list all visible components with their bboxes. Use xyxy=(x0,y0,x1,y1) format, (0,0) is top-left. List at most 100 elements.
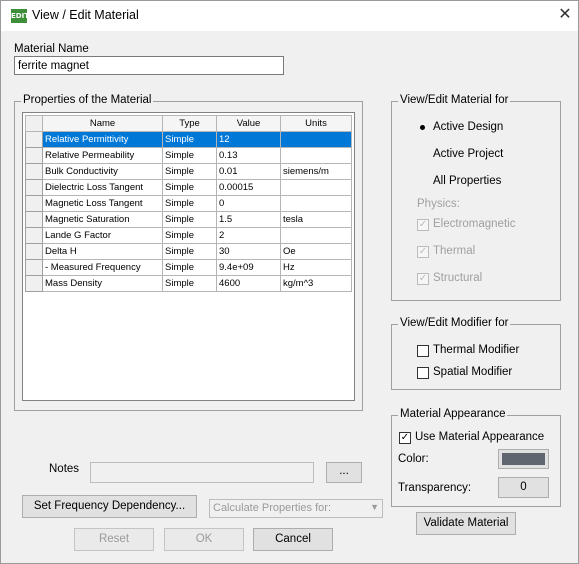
table-row[interactable]: Lande G Factor Simple 2 xyxy=(25,227,352,244)
thermal-modifier-checkbox[interactable] xyxy=(417,345,429,357)
thermal-modifier-label[interactable]: Thermal Modifier xyxy=(433,344,519,356)
row-selector[interactable] xyxy=(25,131,43,148)
cell-type[interactable]: Simple xyxy=(162,147,217,164)
table-row[interactable]: Bulk Conductivity Simple 0.01 siemens/m xyxy=(25,163,352,180)
title-bar: EDIT View / Edit Material ✕ xyxy=(1,1,578,31)
use-appearance-checkbox[interactable]: ✓ xyxy=(399,432,411,444)
notes-input[interactable] xyxy=(90,462,314,483)
validate-material-button[interactable]: Validate Material xyxy=(416,512,516,535)
reset-button[interactable]: Reset xyxy=(74,528,154,551)
column-header-name[interactable]: Name xyxy=(42,115,163,132)
row-selector[interactable] xyxy=(25,227,43,244)
cell-name[interactable]: Magnetic Loss Tangent xyxy=(42,195,163,212)
cell-name[interactable]: Mass Density xyxy=(42,275,163,292)
table-row[interactable]: Mass Density Simple 4600 kg/m^3 xyxy=(25,275,352,292)
structural-checkbox[interactable]: ✓ xyxy=(417,273,429,285)
radio-active-project-label[interactable]: Active Project xyxy=(433,148,503,160)
cell-value[interactable]: 0.13 xyxy=(216,147,281,164)
cell-value[interactable]: 2 xyxy=(216,227,281,244)
table-row[interactable]: Dielectric Loss Tangent Simple 0.00015 xyxy=(25,179,352,196)
table-row[interactable]: Delta H Simple 30 Oe xyxy=(25,243,352,260)
color-picker-button[interactable] xyxy=(498,449,549,469)
table-row[interactable]: Magnetic Loss Tangent Simple 0 xyxy=(25,195,352,212)
cell-name[interactable]: - Measured Frequency xyxy=(42,259,163,276)
cell-type[interactable]: Simple xyxy=(162,243,217,260)
spatial-modifier-checkbox[interactable] xyxy=(417,367,429,379)
cell-units[interactable]: Oe xyxy=(280,243,352,260)
calculate-properties-dropdown[interactable]: Calculate Properties for: ▼ xyxy=(209,499,383,518)
cell-name[interactable]: Lande G Factor xyxy=(42,227,163,244)
ok-button[interactable]: OK xyxy=(164,528,244,551)
cell-name[interactable]: Relative Permeability xyxy=(42,147,163,164)
cell-type[interactable]: Simple xyxy=(162,259,217,276)
cell-type[interactable]: Simple xyxy=(162,131,217,148)
material-name-input[interactable] xyxy=(14,56,284,75)
cell-value[interactable]: 0.01 xyxy=(216,163,281,180)
cell-units[interactable]: Hz xyxy=(280,259,352,276)
row-selector[interactable] xyxy=(25,195,43,212)
cell-type[interactable]: Simple xyxy=(162,275,217,292)
empty-row xyxy=(26,292,352,308)
cell-value[interactable]: 0.00015 xyxy=(216,179,281,196)
cell-type[interactable]: Simple xyxy=(162,163,217,180)
properties-table-container[interactable]: Name Type Value Units Relative Permittiv… xyxy=(22,112,355,401)
row-selector[interactable] xyxy=(25,243,43,260)
calculate-properties-text: Calculate Properties for: xyxy=(213,502,331,514)
cell-units[interactable] xyxy=(280,131,352,148)
cancel-button[interactable]: Cancel xyxy=(253,528,333,551)
row-selector[interactable] xyxy=(25,163,43,180)
radio-all-properties[interactable] xyxy=(417,176,429,188)
radio-all-properties-label[interactable]: All Properties xyxy=(433,175,501,187)
cell-name[interactable]: Relative Permittivity xyxy=(42,131,163,148)
cell-value[interactable]: 1.5 xyxy=(216,211,281,228)
cell-units[interactable] xyxy=(280,179,352,196)
row-selector[interactable] xyxy=(25,275,43,292)
cell-name[interactable]: Delta H xyxy=(42,243,163,260)
cell-units[interactable]: kg/m^3 xyxy=(280,275,352,292)
use-appearance-label[interactable]: Use Material Appearance xyxy=(415,431,544,443)
view-edit-material-dialog: EDIT View / Edit Material ✕ Material Nam… xyxy=(0,0,579,564)
row-selector[interactable] xyxy=(25,259,43,276)
row-selector-header xyxy=(25,115,43,132)
table-row[interactable]: Magnetic Saturation Simple 1.5 tesla xyxy=(25,211,352,228)
table-row[interactable]: Relative Permittivity Simple 12 xyxy=(25,131,352,148)
cell-type[interactable]: Simple xyxy=(162,211,217,228)
cell-value[interactable]: 9.4e+09 xyxy=(216,259,281,276)
column-header-type[interactable]: Type xyxy=(162,115,217,132)
cell-units[interactable] xyxy=(280,147,352,164)
table-row[interactable]: - Measured Frequency Simple 9.4e+09 Hz xyxy=(25,259,352,276)
edit-app-icon: EDIT xyxy=(11,9,29,23)
set-frequency-dependency-button[interactable]: Set Frequency Dependency... xyxy=(22,495,197,518)
cell-value[interactable]: 4600 xyxy=(216,275,281,292)
row-selector[interactable] xyxy=(25,211,43,228)
notes-browse-button[interactable]: ... xyxy=(326,462,362,483)
radio-active-design[interactable] xyxy=(417,122,429,134)
cell-name[interactable]: Magnetic Saturation xyxy=(42,211,163,228)
table-row[interactable]: Relative Permeability Simple 0.13 xyxy=(25,147,352,164)
cell-units[interactable]: tesla xyxy=(280,211,352,228)
radio-active-design-label[interactable]: Active Design xyxy=(433,121,503,133)
cell-value[interactable]: 12 xyxy=(216,131,281,148)
color-swatch xyxy=(502,453,545,465)
row-selector[interactable] xyxy=(25,179,43,196)
cell-units[interactable] xyxy=(280,227,352,244)
cell-type[interactable]: Simple xyxy=(162,227,217,244)
cell-type[interactable]: Simple xyxy=(162,179,217,196)
electromagnetic-checkbox[interactable]: ✓ xyxy=(417,219,429,231)
column-header-units[interactable]: Units xyxy=(280,115,352,132)
spatial-modifier-label[interactable]: Spatial Modifier xyxy=(433,366,512,378)
transparency-button[interactable]: 0 xyxy=(498,477,549,498)
row-selector[interactable] xyxy=(25,147,43,164)
electromagnetic-label: Electromagnetic xyxy=(433,218,516,230)
cell-name[interactable]: Bulk Conductivity xyxy=(42,163,163,180)
cell-value[interactable]: 30 xyxy=(216,243,281,260)
cell-units[interactable] xyxy=(280,195,352,212)
cell-units[interactable]: siemens/m xyxy=(280,163,352,180)
cell-name[interactable]: Dielectric Loss Tangent xyxy=(42,179,163,196)
cell-type[interactable]: Simple xyxy=(162,195,217,212)
close-icon[interactable]: ✕ xyxy=(557,5,573,23)
cell-value[interactable]: 0 xyxy=(216,195,281,212)
thermal-checkbox[interactable]: ✓ xyxy=(417,246,429,258)
radio-active-project[interactable] xyxy=(417,149,429,161)
column-header-value[interactable]: Value xyxy=(216,115,281,132)
